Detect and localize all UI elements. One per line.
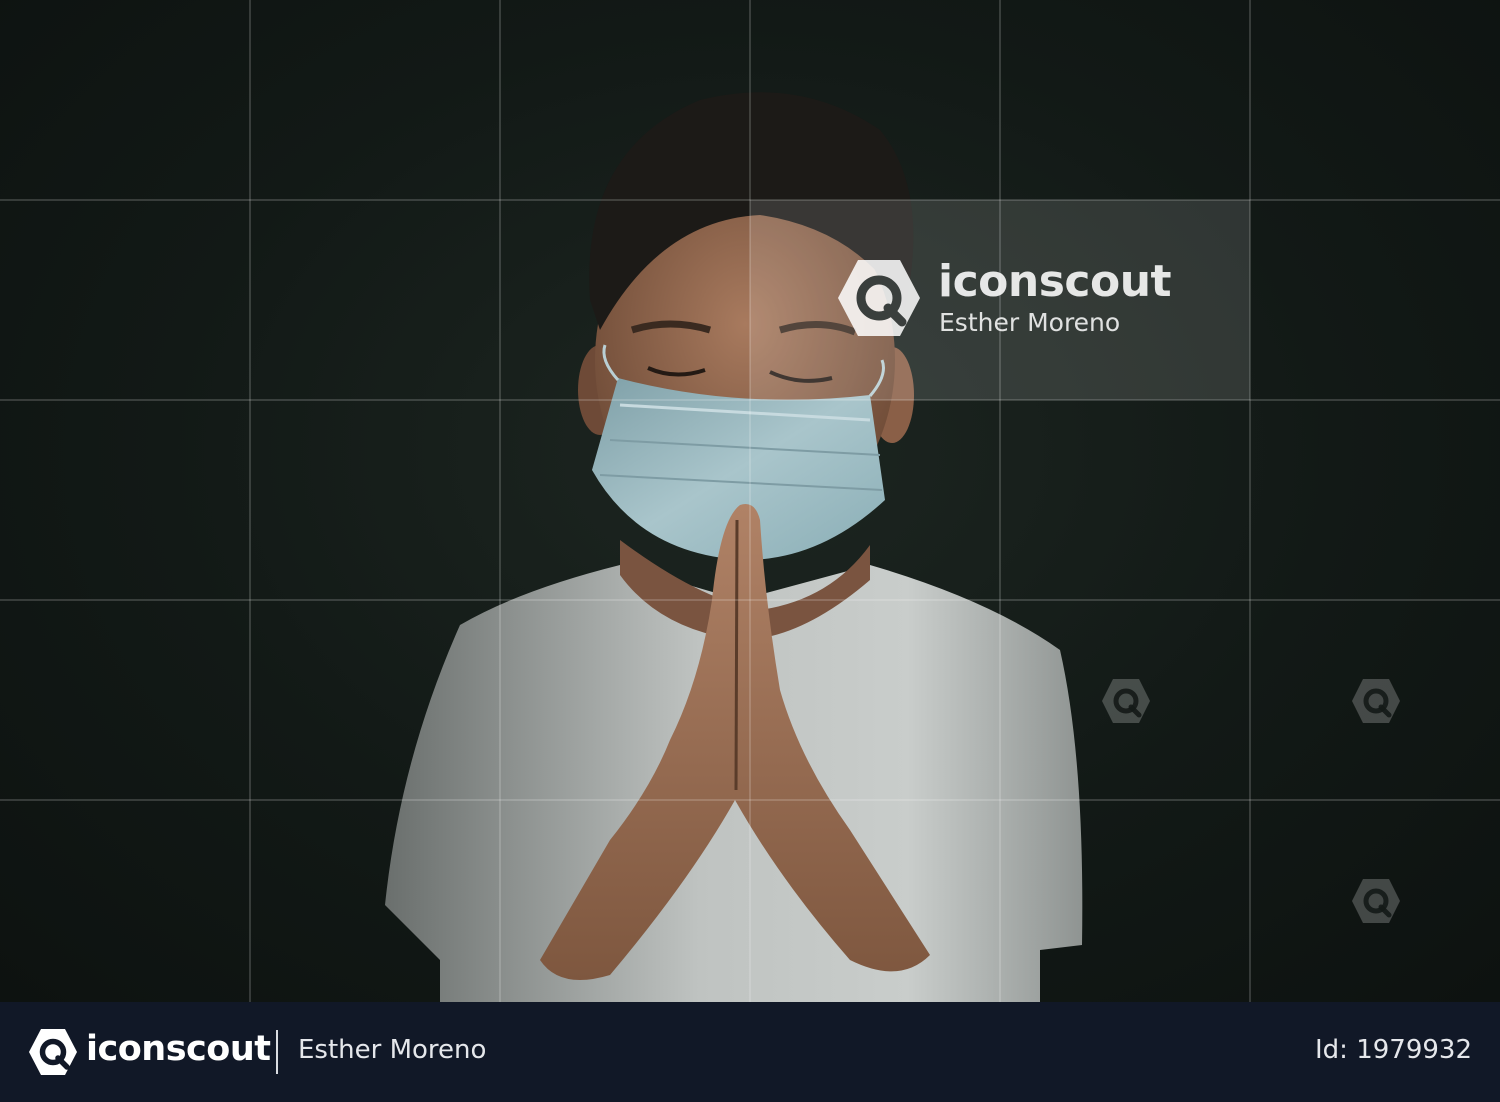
asset-id: Id: 1979932: [1315, 1035, 1472, 1065]
iconscout-logo-icon: [838, 260, 920, 336]
watermark-brand: iconscout: [938, 256, 1172, 307]
watermark-author: Esther Moreno: [939, 308, 1121, 337]
footer-divider: [276, 1030, 278, 1074]
footer-author[interactable]: Esther Moreno: [298, 1035, 486, 1065]
iconscout-watermark-icon: [1352, 879, 1400, 923]
stock-photo: [0, 0, 1500, 1002]
iconscout-logo-icon[interactable]: [28, 1028, 78, 1076]
iconscout-watermark-icon: [1102, 679, 1150, 723]
footer-brand[interactable]: iconscout: [86, 1029, 271, 1069]
photo-scene: [385, 92, 1083, 1002]
iconscout-watermark-icon: [1352, 679, 1400, 723]
